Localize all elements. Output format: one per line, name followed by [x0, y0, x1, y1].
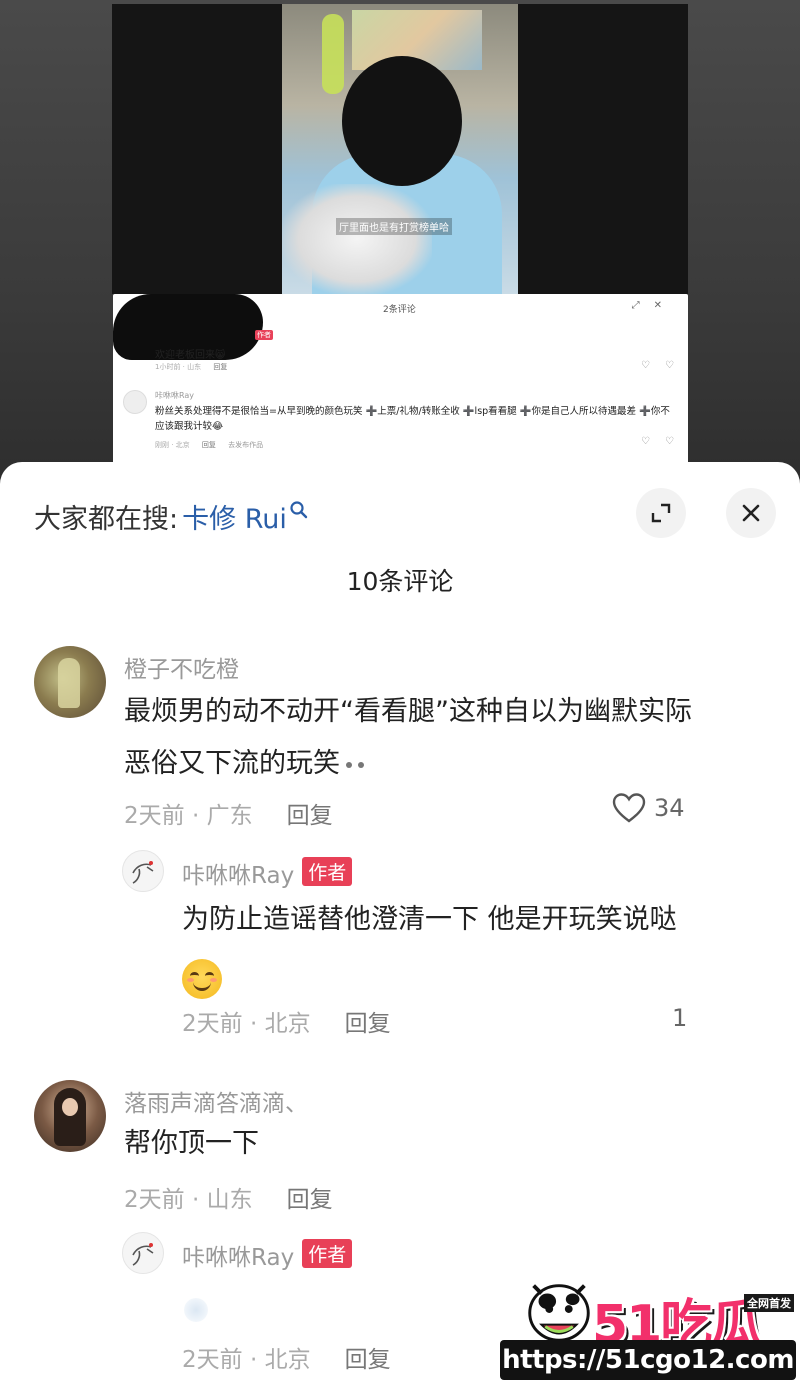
mini-comment-text-2: 粉丝关系处理得不是很恰当=从早到晚的颜色玩笑 ➕上票/礼物/转账全收 ➕lsp看…	[155, 406, 670, 432]
mini-heart-icon-2: ♡	[641, 436, 650, 447]
comment-sheet: 大家都在搜: 卡修 Rui 10条评论 橙子不吃橙 最烦男的动不动开“看看腿”这…	[0, 462, 800, 1384]
mini-heart-icon: ♡	[641, 360, 650, 371]
mini-comment-meta: 1小时前 · 山东 回复	[155, 362, 227, 372]
lamp	[322, 14, 344, 94]
reply-username[interactable]: 咔咻咻Ray	[182, 1238, 294, 1272]
comment-count-title: 10条评论	[346, 567, 454, 596]
reply-meta: 2天前 · 北京 回复	[182, 1340, 391, 1374]
reply-button[interactable]: 回复	[287, 796, 333, 830]
embedded-comment-screenshot: 2条评论 ⤢✕ 作者 欢迎老板回来😸 1小时前 · 山东 回复 ♡ ♡ 咔咻咻R…	[113, 294, 688, 464]
mini-comment-reply: 回复	[213, 363, 228, 371]
reply-button[interactable]: 回复	[287, 1180, 333, 1214]
search-term-link[interactable]: 卡修 Rui	[182, 497, 287, 536]
mini-comment-reply-2: 回复	[201, 441, 216, 449]
avatar-face	[62, 1098, 78, 1116]
sticker-placeholder	[184, 1298, 208, 1322]
reply-username-row: 咔咻咻Ray 作者	[182, 856, 353, 890]
reply-time-location: 2天前 · 北京	[182, 1011, 311, 1037]
comment-text-line-2: 恶俗又下流的玩笑	[124, 748, 340, 779]
avatar[interactable]	[34, 646, 106, 718]
reply-like-count[interactable]: 1	[672, 1004, 687, 1032]
author-badge: 作者	[302, 856, 353, 886]
search-prefix: 大家都在搜:	[34, 503, 179, 535]
comment-text[interactable]: 帮你顶一下	[124, 1118, 259, 1170]
author-badge: 作者	[302, 1238, 353, 1268]
smirk-emoji-icon	[340, 754, 370, 776]
search-suggestion[interactable]: 大家都在搜: 卡修 Rui	[34, 496, 309, 536]
watermark-url: https://51cgo12.com	[500, 1340, 796, 1380]
mini-comment-text: 欢迎老板回来😸	[155, 350, 226, 361]
comment-text[interactable]: 最烦男的动不动开“看看腿”这种自以为幽默实际 恶俗又下流的玩笑	[124, 686, 692, 790]
reply-text-line	[182, 946, 677, 1004]
cow-mascot-icon	[528, 1284, 590, 1342]
close-icon	[742, 504, 760, 522]
mini-dislike-icon-2: ♡	[665, 436, 674, 447]
background-screenshot: 厅里面也是有打赏榜单哈 2条评论 ⤢✕ 作者 欢迎老板回来😸 1小时前 · 山东…	[0, 0, 800, 480]
search-icon[interactable]	[289, 500, 309, 520]
comment-meta: 2天前 · 山东 回复	[124, 1180, 333, 1214]
avatar-figure	[54, 1088, 86, 1146]
mini-comment-meta-2: 刚刚 · 北京 回复 去发布作品	[155, 440, 263, 450]
avatar[interactable]	[34, 1080, 106, 1152]
mini-dislike-icon: ♡	[665, 360, 674, 371]
reply-username[interactable]: 咔咻咻Ray	[182, 856, 294, 890]
face-redaction	[342, 56, 462, 186]
mini-author-badge: 作者	[255, 330, 273, 340]
expand-icon	[651, 503, 671, 523]
smile-emoji-icon	[182, 958, 222, 999]
avatar-drawing-icon	[132, 1243, 154, 1266]
reply-text-line: 为防止造谣替他澄清一下 他是开玩笑说哒	[182, 904, 677, 935]
mini-comment-extra: 去发布作品	[228, 441, 264, 449]
reply-button[interactable]: 回复	[345, 1004, 391, 1038]
like-count: 34	[654, 794, 685, 822]
reply-username-row: 咔咻咻Ray 作者	[182, 1238, 353, 1272]
avatar-drawing-icon	[132, 861, 154, 884]
like-button[interactable]: 34	[612, 792, 685, 824]
mini-window-icons: ⤢✕	[631, 300, 676, 311]
comment-text-line: 恶俗又下流的玩笑	[124, 738, 692, 790]
heart-icon	[612, 793, 646, 823]
avatar[interactable]	[122, 850, 164, 892]
reply-text[interactable]: 为防止造谣替他澄清一下 他是开玩笑说哒	[182, 894, 677, 1004]
reply-time-location: 2天前 · 北京	[182, 1347, 311, 1373]
comment-time-location: 2天前 · 广东	[124, 803, 253, 829]
reply-meta: 2天前 · 北京 回复	[182, 1004, 391, 1038]
comment-time-location: 2天前 · 山东	[124, 1187, 253, 1213]
expand-button[interactable]	[636, 488, 686, 538]
comment-meta: 2天前 · 广东 回复	[124, 796, 333, 830]
comment-text-line: 最烦男的动不动开“看看腿”这种自以为幽默实际	[124, 696, 692, 727]
mini-username: 咔咻咻Ray	[155, 391, 195, 400]
avatar[interactable]	[122, 1232, 164, 1274]
video-subtitle: 厅里面也是有打赏榜单哈	[336, 218, 452, 235]
comment-username[interactable]: 落雨声滴答滴滴、	[124, 1084, 308, 1118]
video-frame-image: 厅里面也是有打赏榜单哈	[282, 4, 518, 294]
mini-comment-count: 2条评论	[383, 305, 416, 315]
mini-avatar	[123, 390, 147, 414]
close-button[interactable]	[726, 488, 776, 538]
avatar-figure	[58, 658, 80, 708]
mini-comment-time: 1小时前 · 山东	[155, 363, 202, 371]
reply-button[interactable]: 回复	[345, 1340, 391, 1374]
mini-comment-time-2: 刚刚 · 北京	[155, 441, 190, 449]
comment-username[interactable]: 橙子不吃橙	[124, 650, 239, 684]
smoke-cloud	[282, 184, 432, 294]
watermark-tag: 全网首发	[744, 1294, 794, 1312]
watermark: 51吃瓜 全网首发 https://51cgo12.com	[500, 1262, 800, 1384]
